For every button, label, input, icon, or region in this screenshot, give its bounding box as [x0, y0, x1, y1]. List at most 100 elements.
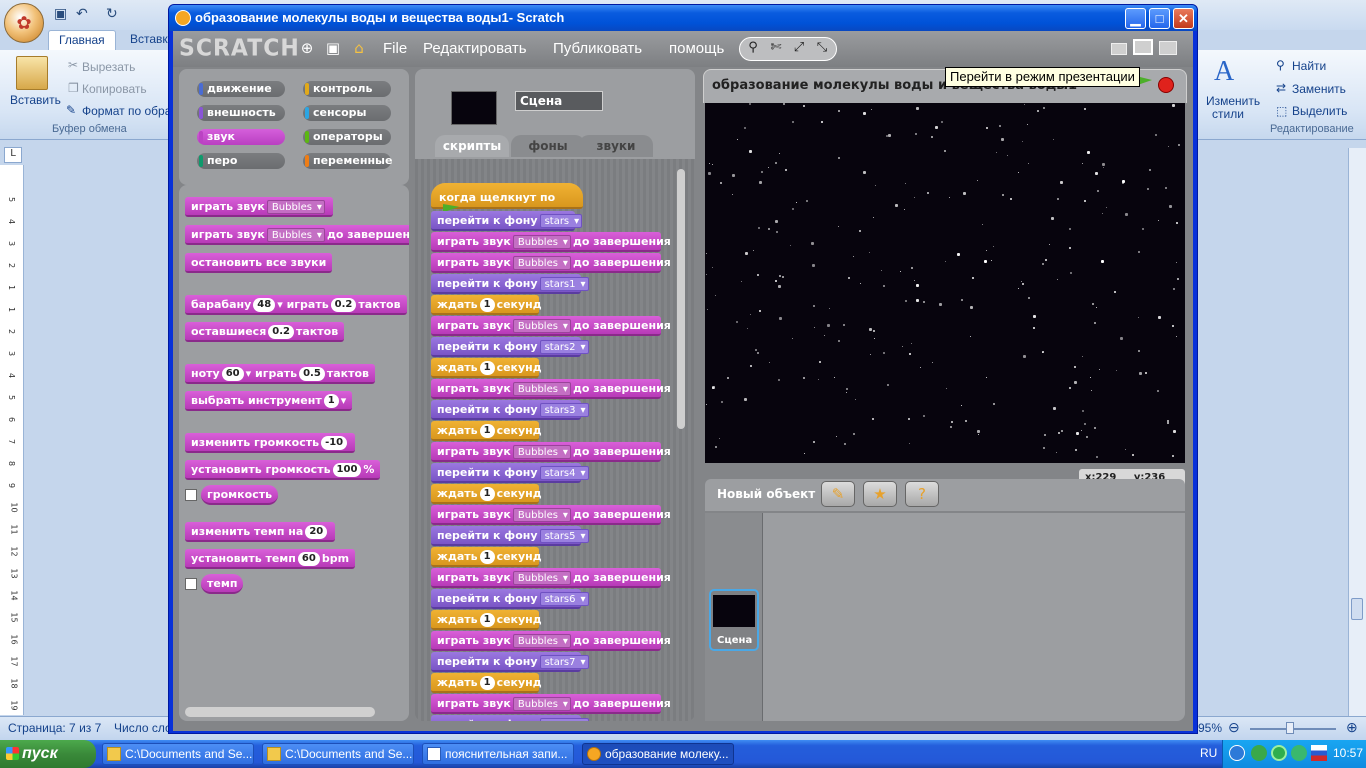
presentation-mode-icon[interactable] — [1159, 41, 1177, 55]
backdrop-dropdown[interactable]: stars8 — [539, 718, 589, 721]
block-switch-backdrop[interactable]: перейти к фону stars2 — [431, 337, 589, 357]
wait-input[interactable]: 1 — [479, 298, 495, 312]
window-titlebar[interactable]: образование молекулы воды и вещества вод… — [169, 5, 1197, 31]
sound-dropdown[interactable]: Bubbles — [512, 445, 571, 460]
find-button[interactable]: Найти — [1292, 59, 1326, 73]
save-icon[interactable]: ▣ — [54, 6, 67, 22]
tab-backdrops[interactable]: фоны — [511, 135, 585, 157]
backdrop-dropdown[interactable]: stars — [539, 214, 583, 229]
tray-antivirus-icon[interactable] — [1271, 745, 1287, 761]
duplicate-icon[interactable]: ⚲ — [743, 40, 763, 60]
minimize-button[interactable]: ▁ — [1125, 8, 1146, 29]
block-switch-backdrop[interactable]: перейти к фону stars6 — [431, 589, 589, 609]
category-looks[interactable]: внешность — [197, 105, 285, 121]
shrink-icon[interactable]: ⤡ — [812, 40, 832, 60]
format-painter-button[interactable]: Формат по обра — [82, 104, 171, 118]
dropdown-arrow-icon[interactable]: ▾ — [341, 394, 347, 407]
language-indicator[interactable]: RU — [1200, 746, 1217, 760]
block-play-sound-until-done[interactable]: играть звукBubblesдо завершения — [431, 694, 671, 714]
share-icon[interactable]: ⌂ — [349, 39, 369, 59]
block-play-sound-until-done[interactable]: играть звукBubblesдо завершения — [431, 379, 671, 399]
category-control[interactable]: контроль — [303, 81, 391, 97]
sound-dropdown[interactable]: Bubbles — [512, 382, 571, 397]
block-set-tempo[interactable]: установить темп 60 bpm — [185, 549, 356, 569]
block-play-sound-until-done[interactable]: играть звукBubblesдо завершения — [185, 225, 409, 245]
undo-icon[interactable]: ↶ — [76, 6, 88, 22]
dropdown-arrow-icon[interactable]: ▾ — [277, 298, 283, 311]
sprite-name-field[interactable]: Сцена — [515, 91, 603, 111]
block-play-sound-until-done[interactable]: играть звукBubblesдо завершения — [431, 442, 671, 462]
drum-input[interactable]: 48 — [253, 298, 276, 312]
save-icon[interactable]: ▣ — [323, 39, 343, 59]
vertical-scrollbar[interactable] — [1348, 148, 1366, 718]
clock[interactable]: 10:57 — [1333, 746, 1363, 760]
delete-icon[interactable]: ✄ — [766, 40, 786, 60]
block-switch-backdrop[interactable]: перейти к фонуstars8 — [431, 715, 589, 721]
block-set-volume[interactable]: установить громкость 100% — [185, 460, 381, 480]
taskbar-item-scratch[interactable]: образование молеку... — [582, 743, 734, 765]
block-play-sound-until-done[interactable]: играть звукBubblesдо завершения — [431, 568, 671, 588]
scripts-scrollbar[interactable] — [677, 169, 685, 429]
tab-stop-selector[interactable]: L — [4, 147, 22, 163]
globe-icon[interactable]: ⊕ — [297, 39, 317, 59]
sound-dropdown[interactable]: Bubbles — [512, 319, 571, 334]
redo-icon[interactable]: ↻ — [106, 6, 118, 22]
instrument-input[interactable]: 1 — [323, 394, 339, 408]
wait-input[interactable]: 1 — [479, 550, 495, 564]
scripts-area[interactable]: когда щелкнут по перейти к фонуstars игра… — [415, 159, 695, 721]
random-sprite-button[interactable]: ? — [905, 481, 939, 507]
category-variables[interactable]: переменные — [303, 153, 392, 169]
tray-back-icon[interactable] — [1229, 745, 1245, 761]
volume-input[interactable]: 100 — [332, 463, 362, 477]
office-button[interactable]: ✿ — [4, 3, 44, 43]
backdrop-dropdown[interactable]: stars5 — [539, 529, 589, 544]
paint-sprite-button[interactable]: ✎ — [821, 481, 855, 507]
zoom-level[interactable]: 95% — [1198, 721, 1222, 735]
block-wait[interactable]: ждать 1 секунд — [431, 547, 542, 567]
taskbar-item-explorer-1[interactable]: C:\Documents and Se... — [102, 743, 254, 765]
maximize-button[interactable]: □ — [1149, 8, 1170, 29]
block-switch-backdrop[interactable]: перейти к фону stars — [431, 211, 583, 231]
menu-share[interactable]: Публиковать — [553, 40, 642, 57]
block-play-sound[interactable]: играть звук Bubbles — [185, 197, 333, 217]
sound-dropdown[interactable]: Bubbles — [512, 571, 571, 586]
start-button[interactable]: пуск — [0, 740, 96, 768]
wait-input[interactable]: 1 — [479, 361, 495, 375]
block-switch-backdrop[interactable]: перейти к фону stars1 — [431, 274, 589, 294]
wait-input[interactable]: 1 — [479, 424, 495, 438]
category-pen[interactable]: перо — [197, 153, 285, 169]
replace-button[interactable]: Заменить — [1292, 82, 1346, 96]
sound-dropdown[interactable]: Bubbles — [512, 508, 571, 523]
rest-input[interactable]: 0.2 — [268, 325, 294, 339]
block-play-sound-until-done[interactable]: играть звукBubblesдо завершения — [431, 505, 671, 525]
block-wait[interactable]: ждать 1 секунд — [431, 673, 542, 693]
block-change-volume[interactable]: изменить громкость -10 — [185, 433, 356, 453]
wait-input[interactable]: 1 — [479, 676, 495, 690]
tray-e-icon[interactable] — [1291, 745, 1307, 761]
zoom-in-icon[interactable]: ⊕ — [1346, 719, 1358, 736]
tray-network-icon[interactable] — [1251, 745, 1267, 761]
grow-icon[interactable]: ⤢ — [789, 40, 809, 60]
backdrop-dropdown[interactable]: stars3 — [539, 403, 589, 418]
sound-dropdown[interactable]: Bubbles — [512, 256, 571, 271]
scroll-thumb[interactable] — [1351, 598, 1363, 620]
tab-sounds[interactable]: звуки — [579, 135, 653, 157]
menu-help[interactable]: помощь — [669, 40, 724, 57]
backdrop-dropdown[interactable]: stars2 — [539, 340, 589, 355]
category-sensing[interactable]: сенсоры — [303, 105, 391, 121]
category-operators[interactable]: операторы — [303, 129, 391, 145]
change-styles-button[interactable]: Изменить — [1206, 94, 1260, 108]
volume-checkbox[interactable] — [185, 489, 197, 501]
block-switch-backdrop[interactable]: перейти к фону stars4 — [431, 463, 589, 483]
category-motion[interactable]: движение — [197, 81, 285, 97]
page-count[interactable]: Страница: 7 из 7 — [8, 721, 101, 735]
block-change-tempo[interactable]: изменить темп на 20 — [185, 522, 336, 542]
sound-dropdown[interactable]: Bubbles — [266, 200, 325, 215]
block-when-flag-clicked[interactable]: когда щелкнут по — [431, 183, 583, 213]
cut-button[interactable]: Вырезать — [82, 60, 135, 74]
choose-sprite-button[interactable]: ★ — [863, 481, 897, 507]
sound-dropdown[interactable]: Bubbles — [266, 228, 325, 243]
copy-button[interactable]: Копировать — [82, 82, 147, 96]
block-set-instrument[interactable]: выбрать инструмент 1 ▾ — [185, 391, 353, 411]
dropdown-arrow-icon[interactable]: ▾ — [246, 367, 252, 380]
